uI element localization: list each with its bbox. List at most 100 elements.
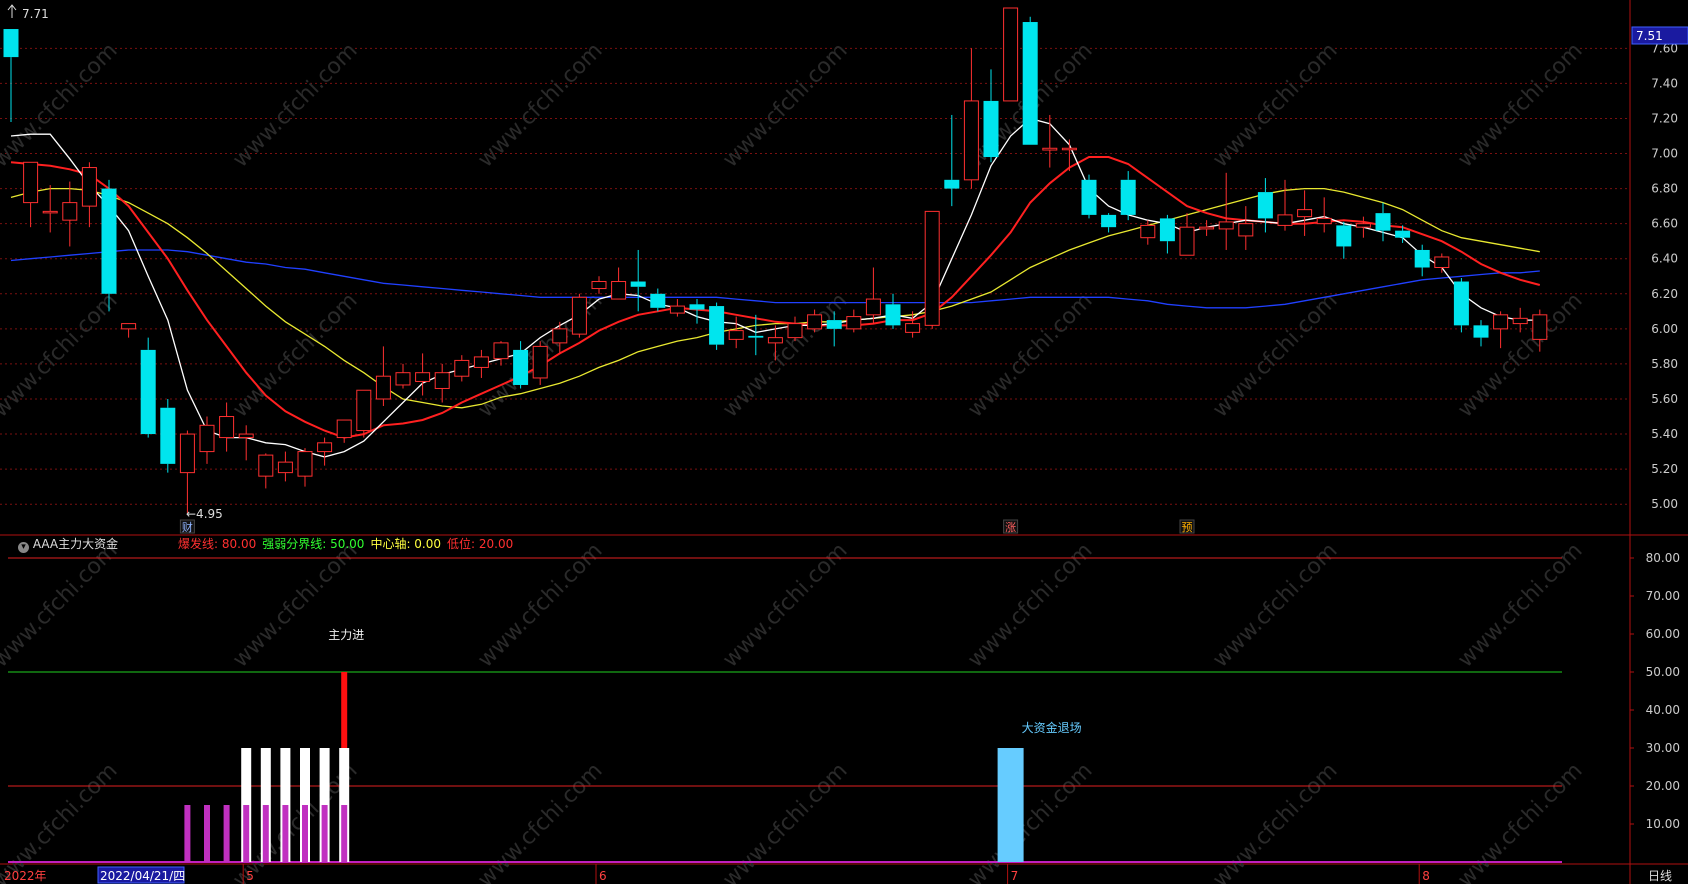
candle (473, 349, 489, 378)
y-tick-label: 7.20 (1651, 111, 1678, 125)
candle (23, 161, 39, 228)
indicator-tick-label: 50.00 (1646, 665, 1680, 679)
candle (395, 363, 411, 389)
candle-body (1375, 213, 1391, 231)
y-tick-label: 6.00 (1651, 322, 1678, 336)
candle-body (1355, 223, 1371, 228)
main-force-bar (341, 672, 348, 748)
high-price-label: 7.71 (22, 7, 49, 21)
candle (3, 29, 19, 122)
candle (493, 341, 509, 366)
candle-body (199, 424, 215, 453)
candle-body (1042, 147, 1058, 151)
candle-body (375, 375, 391, 400)
candle-body (219, 416, 235, 439)
event-marker-label: 财 (182, 520, 193, 534)
watermark-text: www.cfchi.com (1208, 758, 1342, 884)
indicator-tick-label: 60.00 (1646, 627, 1680, 641)
candle (689, 299, 705, 324)
collapse-icon[interactable]: ▾ (18, 542, 29, 553)
indicator-param: 低位: 20.00 (447, 537, 514, 551)
cursor-date-label: 2022/04/21/四 (100, 869, 185, 883)
candle-body (160, 407, 176, 464)
candle-body (179, 433, 195, 474)
candle-body (277, 461, 293, 474)
annotation-capital-exit: 大资金退场 (1022, 720, 1082, 735)
candle-body (395, 372, 411, 386)
candle-body (1101, 214, 1117, 228)
candle-body (826, 320, 842, 329)
candle (277, 451, 293, 482)
watermark-text: www.cfchi.com (228, 38, 362, 172)
purple-bar (223, 805, 230, 862)
candle (1277, 179, 1293, 231)
y-tick-label: 5.80 (1651, 357, 1678, 371)
event-marker-label: 预 (1182, 521, 1193, 534)
candle-body (1512, 317, 1528, 325)
indicator-tick-label: 10.00 (1646, 817, 1680, 831)
candle (1257, 178, 1273, 233)
candle (1375, 202, 1391, 242)
stock-chart[interactable]: 7.607.407.207.006.806.606.406.206.005.80… (0, 0, 1688, 884)
candle-body (1453, 281, 1469, 326)
candle-body (1218, 221, 1234, 230)
indicator-param: 中心轴: 0.00 (370, 537, 442, 551)
candle-body (1473, 325, 1489, 338)
candle-body (1316, 217, 1332, 225)
purple-bar (243, 805, 250, 862)
indicator-title[interactable]: ▾ AAA主力大资金 (18, 535, 118, 553)
candle (1297, 190, 1313, 236)
watermark-text: www.cfchi.com (718, 288, 852, 422)
candle (434, 363, 450, 403)
candle (454, 355, 470, 382)
watermark-text: www.cfchi.com (0, 758, 123, 884)
candle (1238, 206, 1254, 250)
candle (1218, 172, 1234, 250)
candle (885, 293, 901, 329)
candle-body (454, 359, 470, 377)
candle-body (689, 304, 705, 310)
candle (532, 341, 548, 385)
low-price-label: ←4.95 (186, 507, 223, 521)
candle-body (1003, 7, 1019, 102)
indicator-name: AAA主力大资金 (32, 537, 119, 551)
exit-bar (997, 748, 1024, 862)
candle (1003, 7, 1019, 102)
candle-body (1061, 147, 1077, 151)
candle-body (42, 210, 58, 214)
candle (748, 314, 764, 356)
candle (356, 389, 372, 438)
candle-body (571, 296, 587, 335)
y-tick-label: 5.00 (1651, 497, 1678, 511)
candle-body (552, 328, 568, 344)
y-tick-label: 6.20 (1651, 287, 1678, 301)
purple-bar (282, 805, 289, 862)
candle (62, 181, 78, 247)
purple-bar (262, 805, 269, 862)
month-label: 8 (1422, 869, 1430, 883)
y-tick-label: 7.00 (1651, 147, 1678, 161)
watermark-text: www.cfchi.com (473, 38, 607, 172)
indicator-param: 爆发线: 80.00 (178, 537, 257, 551)
candle (1473, 320, 1489, 347)
event-marker-label: 涨 (1005, 521, 1016, 534)
period-label: 日线 (1648, 869, 1672, 883)
candle-body (81, 167, 97, 207)
candle (963, 48, 979, 189)
candle-body (415, 372, 431, 382)
candle-body (1022, 22, 1038, 145)
candle-body (630, 281, 646, 287)
candle (81, 162, 97, 228)
indicator-param: 强弱分界线: 50.00 (262, 537, 365, 551)
candle (630, 249, 646, 312)
candle-body (1414, 249, 1430, 268)
candle (611, 267, 627, 300)
candle (787, 316, 803, 342)
candle-body (1120, 179, 1136, 215)
candle (1355, 216, 1371, 238)
candle-body (1140, 224, 1156, 239)
candle-body (513, 349, 529, 385)
candle-body (963, 100, 979, 181)
annotation-main-force-in: 主力进 (328, 628, 364, 642)
candle (1159, 214, 1175, 254)
